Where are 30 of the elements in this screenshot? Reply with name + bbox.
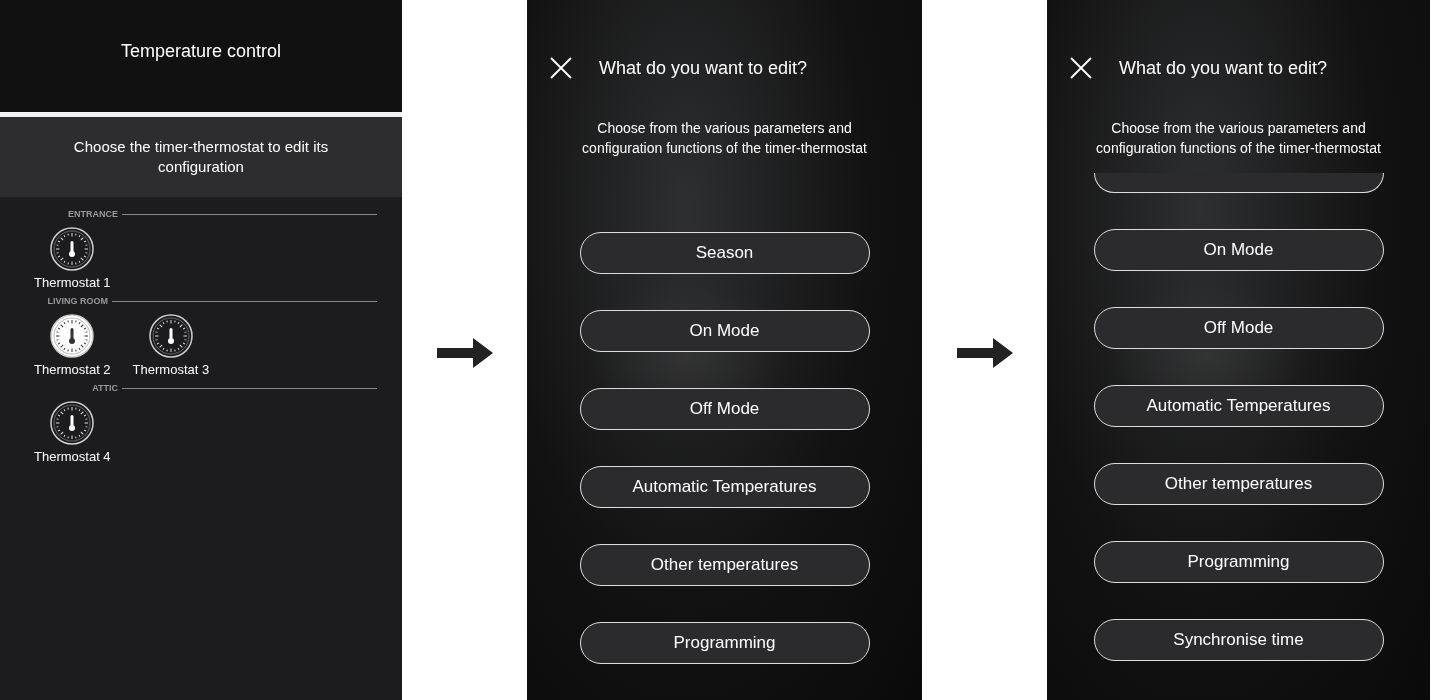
right-arrow-icon <box>436 338 493 368</box>
option-button[interactable]: Programming <box>1093 541 1384 583</box>
instruction-text: Choose from the various parameters and configuration functions of the timer-thermostat <box>581 119 868 158</box>
option-button[interactable]: Automatic Temperatures <box>1093 385 1384 427</box>
option-button[interactable]: On Mode <box>579 310 870 352</box>
screen-title: Temperature control <box>120 40 282 62</box>
option-button[interactable]: Synchronise time <box>1093 619 1384 661</box>
screen-title: What do you want to edit? <box>599 57 808 79</box>
room-label: ENTRANCE <box>67 209 119 219</box>
option-button[interactable]: Off Mode <box>1093 307 1384 349</box>
option-button[interactable]: Off Mode <box>579 388 870 430</box>
option-button[interactable]: Season <box>579 232 870 274</box>
option-button[interactable]: Other temperatures <box>1093 463 1384 505</box>
instruction-text: Choose the timer-thermostat to edit its configuration <box>72 137 330 177</box>
thermostat-item[interactable]: Thermostat 1 <box>34 221 111 290</box>
room-label: LIVING ROOM <box>46 296 109 306</box>
option-button[interactable]: Automatic Temperatures <box>579 466 870 508</box>
instruction-text: Choose from the various parameters and configuration functions of the timer-thermostat <box>1095 119 1382 158</box>
close-icon[interactable] <box>1069 56 1093 80</box>
right-arrow-icon <box>956 338 1013 368</box>
option-button[interactable]: Programming <box>579 622 870 664</box>
option-button[interactable]: Other temperatures <box>579 544 870 586</box>
cut-off-option-button[interactable] <box>1093 173 1384 193</box>
close-icon[interactable] <box>549 56 573 80</box>
screen-title: What do you want to edit? <box>1119 57 1328 79</box>
room-label: ATTIC <box>91 383 119 393</box>
thermostat-item[interactable]: Thermostat 2 <box>34 308 111 377</box>
option-button[interactable]: On Mode <box>1093 229 1384 271</box>
thermostat-item[interactable]: Thermostat 4 <box>34 395 111 464</box>
thermostat-item[interactable]: Thermostat 3 <box>132 308 210 377</box>
